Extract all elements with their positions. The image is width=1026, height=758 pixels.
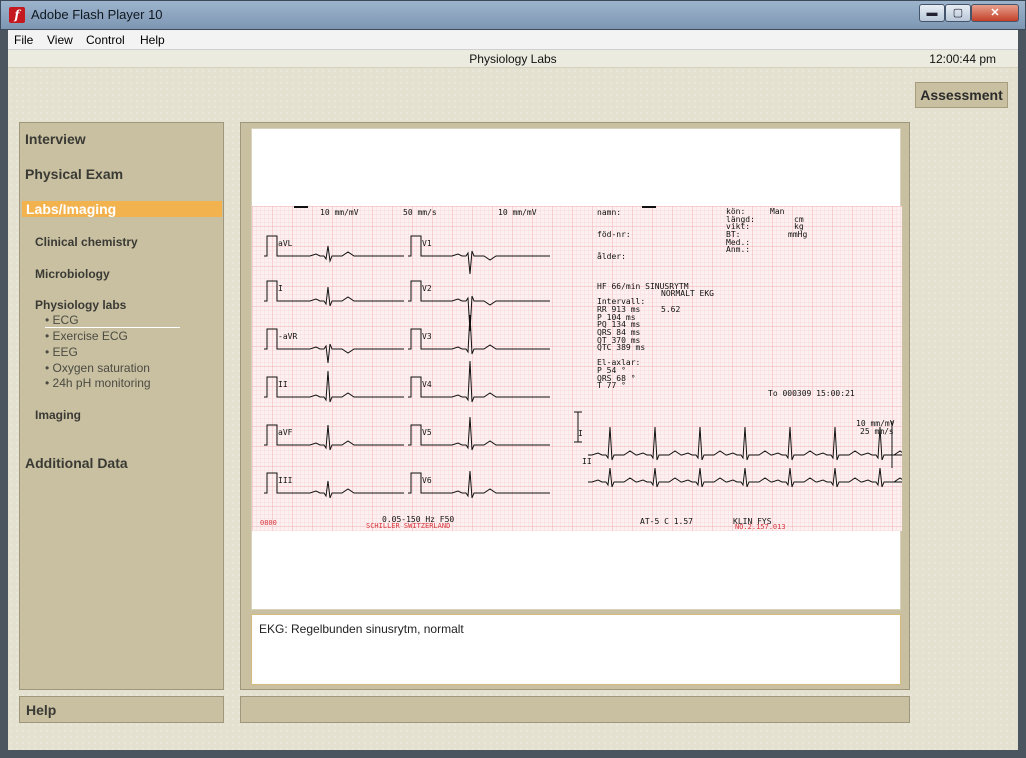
nav-24h-ph-monitoring[interactable]: • 24h pH monitoring [45,376,151,390]
content-panel: 10 mm/mV 50 mm/s 10 mm/mV aVL I -aVR II aVF I… [240,122,910,690]
lead-label: V2 [422,284,432,293]
interpretation: NORMALT EKG [661,289,714,298]
lead-label: aVF [278,428,293,437]
footer-small-code: 0800 [260,519,277,527]
lead-label: III [278,476,293,485]
navigation-panel: Interview Physical Exam Labs/Imaging Cli… [19,122,224,690]
ecg-tracing: 10 mm/mV 50 mm/s 10 mm/mV aVL I -aVR II aVF I… [252,206,902,531]
nav-eeg[interactable]: • EEG [45,345,78,359]
ecg-timestamp: To 000309 15:00:21 [768,389,855,398]
footer-brand: SCHILLER SWITZERLAND [366,522,450,530]
clock: 12:00:44 pm [929,52,996,66]
ecg-scale-left: 10 mm/mV [320,208,359,217]
window-title: Adobe Flash Player 10 [31,7,163,22]
unit-mmhg: mmHg [788,230,807,239]
lead-label: V4 [422,380,432,389]
nav-interview[interactable]: Interview [25,131,86,147]
nav-exercise-ecg[interactable]: • Exercise ECG [45,329,128,343]
nav-labs-imaging-label: Labs/Imaging [26,201,117,217]
header-strip: Physiology Labs 12:00:44 pm [8,50,1018,68]
label-name: namn: [597,208,621,217]
interval-qtc: QTC 389 ms [597,343,645,352]
lead-label: I [278,284,283,293]
menu-control[interactable]: Control [86,33,125,47]
status-bar [240,696,910,723]
rhythm-lead-2: II [582,457,592,466]
nav-ecg[interactable]: • ECG [45,313,180,328]
axis-t: T 77 ° [597,381,626,390]
close-button[interactable]: ✕ [971,4,1019,22]
footer-code: NO.2.157.013 [735,523,786,531]
lead-label: -aVR [278,332,297,341]
rhythm-lead-1: I [578,429,583,438]
rhythm-speed: 25 mm/s [860,427,894,436]
assessment-button[interactable]: Assessment [915,82,1008,108]
ecg-speed: 50 mm/s [403,208,437,217]
value-sex: Man [770,207,785,216]
label-age: ålder: [597,251,626,261]
nav-physiology-labs[interactable]: Physiology labs [35,298,126,312]
nav-oxygen-saturation[interactable]: • Oxygen saturation [45,361,150,375]
flash-stage: Physiology Labs 12:00:44 pm Assessment I… [8,50,1018,750]
menu-view[interactable]: View [47,33,73,47]
nav-imaging[interactable]: Imaging [35,408,81,422]
lead-label: V1 [422,239,432,248]
menu-bar: File View Control Help [8,30,1018,50]
extra-value: 5.62 [661,305,680,314]
lead-marker [642,206,656,208]
ecg-image-frame: 10 mm/mV 50 mm/s 10 mm/mV aVL I -aVR II aVF I… [251,128,902,610]
lead-label: V6 [422,476,432,485]
help-button[interactable]: Help [19,696,224,723]
nav-physical-exam[interactable]: Physical Exam [25,166,123,182]
flash-player-icon: f [9,7,25,23]
nav-clinical-chemistry[interactable]: Clinical chemistry [35,235,138,249]
help-label: Help [26,702,57,718]
lead-label: II [278,380,288,389]
lead-label: aVL [278,239,293,248]
lead-label: V5 [422,428,432,437]
minimize-button[interactable]: ▬ [919,4,945,22]
nav-additional-data[interactable]: Additional Data [25,455,128,471]
lead-marker [294,206,308,208]
maximize-button[interactable]: ▢ [945,4,971,22]
ecg-caption: EKG: Regelbunden sinusrytm, normalt [251,614,901,685]
window-titlebar[interactable]: f Adobe Flash Player 10 ▬ ▢ ✕ [0,0,1026,30]
nav-microbiology[interactable]: Microbiology [35,267,110,281]
footer-id: AT-5 C 1.57 [640,517,693,526]
menu-help[interactable]: Help [140,33,165,47]
caption-text: EKG: Regelbunden sinusrytm, normalt [259,622,464,636]
lead-label: V3 [422,332,432,341]
label-birth-number: föd-nr: [597,230,631,239]
menu-file[interactable]: File [14,33,33,47]
nav-labs-imaging[interactable]: Labs/Imaging [22,201,222,217]
ecg-scale-right: 10 mm/mV [498,208,537,217]
label-notes: Anm.: [726,245,750,254]
page-title: Physiology Labs [469,52,557,66]
